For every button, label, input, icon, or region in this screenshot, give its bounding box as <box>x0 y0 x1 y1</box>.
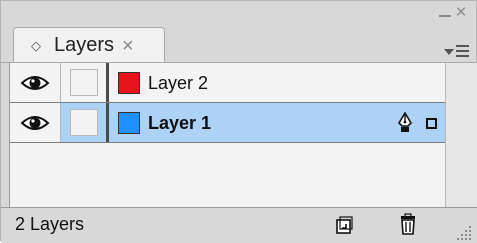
layer-row-layer-2[interactable]: Layer 2 <box>10 63 446 103</box>
visibility-toggle[interactable] <box>10 103 61 142</box>
panel-footer: 2 Layers <box>1 207 477 243</box>
eye-icon <box>20 76 50 90</box>
panel-menu-icon[interactable] <box>442 41 472 61</box>
eye-icon <box>20 116 50 130</box>
tab-label: Layers <box>54 34 115 56</box>
selected-items-indicator[interactable] <box>426 118 437 129</box>
new-layer-icon[interactable] <box>335 216 353 234</box>
layer-count: 2 Layers <box>15 214 85 234</box>
column-divider <box>106 63 109 102</box>
window-controls: × <box>396 1 476 31</box>
lock-toggle[interactable] <box>70 109 98 136</box>
resize-grip-icon[interactable] <box>453 222 473 242</box>
pen-nib-icon <box>397 112 413 132</box>
layers-list: Layer 2 Layer 1 <box>9 63 446 207</box>
empty-list-area <box>10 143 446 207</box>
layer-name[interactable]: Layer 1 <box>148 112 211 134</box>
trash-icon[interactable] <box>399 213 417 235</box>
layer-row-layer-1[interactable]: Layer 1 <box>10 103 446 143</box>
tab-layers[interactable]: ◇ Layers × <box>13 27 165 63</box>
layer-color-swatch <box>118 72 140 94</box>
scrollbar[interactable] <box>445 63 477 207</box>
dropdown-arrow-icon <box>444 49 454 55</box>
layer-name[interactable]: Layer 2 <box>148 72 208 94</box>
visibility-toggle[interactable] <box>10 63 61 102</box>
layers-panel: × ◇ Layers × Layer 2 Layer 1 2 Layers <box>0 0 477 243</box>
lock-toggle[interactable] <box>70 69 98 96</box>
close-icon[interactable]: × <box>452 3 470 23</box>
minimize-icon[interactable] <box>438 7 452 21</box>
layer-color-swatch <box>118 112 140 134</box>
column-divider <box>106 103 109 142</box>
menu-lines-icon <box>456 45 469 57</box>
tab-close-icon[interactable]: × <box>122 36 134 56</box>
collapse-icon[interactable]: ◇ <box>28 38 44 54</box>
